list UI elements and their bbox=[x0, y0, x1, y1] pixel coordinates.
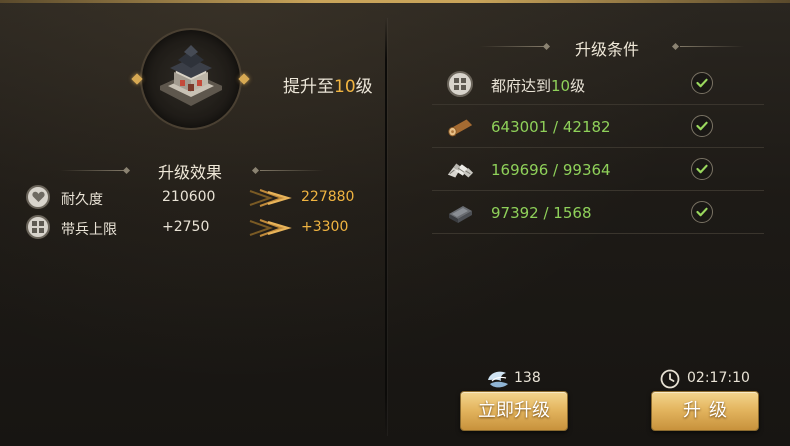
effects-title-line-right bbox=[260, 170, 324, 171]
instant-cost: 138 bbox=[486, 368, 541, 390]
condition-value: 643001 / 42182 bbox=[491, 118, 611, 136]
heart-icon bbox=[26, 185, 50, 209]
checkmark-icon bbox=[691, 72, 713, 94]
effect-next-value: +3300 bbox=[301, 219, 349, 235]
upgrade-prefix: 提升至 bbox=[283, 77, 334, 97]
conditions-title-line-left bbox=[480, 46, 544, 47]
upgrade-suffix: 级 bbox=[355, 77, 373, 97]
checkmark-icon bbox=[691, 201, 713, 223]
building-icon bbox=[160, 45, 222, 106]
checkmark-icon bbox=[691, 158, 713, 180]
checkmark-icon bbox=[691, 115, 713, 137]
condition-row-building-level: 都府达到10级 bbox=[432, 62, 764, 105]
stone-icon bbox=[446, 156, 474, 184]
effect-name: 带兵上限 bbox=[61, 222, 117, 238]
clock-icon bbox=[660, 369, 680, 389]
condition-suffix: 级 bbox=[570, 77, 586, 95]
effect-row-troop-limit: 带兵上限 +2750 +3300 bbox=[26, 215, 366, 241]
upgrade-level: 10 bbox=[334, 77, 356, 97]
arrow-right-icon bbox=[249, 189, 292, 207]
condition-row-wood: 643001 / 42182 bbox=[432, 105, 764, 148]
building-medallion bbox=[131, 28, 250, 140]
column-divider bbox=[385, 18, 387, 436]
effect-next-value: 227880 bbox=[301, 189, 355, 205]
condition-row-iron: 97392 / 1568 bbox=[432, 191, 764, 234]
gem-icon bbox=[488, 371, 508, 388]
wood-icon bbox=[446, 113, 474, 141]
conditions-title-dot-left bbox=[542, 42, 551, 51]
condition-value: 97392 / 1568 bbox=[491, 204, 592, 222]
troops-grid-icon bbox=[26, 215, 50, 239]
effects-title-line-left bbox=[60, 170, 124, 171]
condition-value: 169696 / 99364 bbox=[491, 161, 611, 179]
effects-title-dot-left bbox=[122, 166, 131, 175]
conditions-title-dot-right bbox=[671, 42, 680, 51]
iron-icon bbox=[446, 199, 474, 227]
cost-value: 138 bbox=[514, 370, 541, 386]
conditions-title: 升级条件 bbox=[574, 40, 639, 59]
condition-row-stone: 169696 / 99364 bbox=[432, 148, 764, 191]
effect-name: 耐久度 bbox=[61, 192, 103, 208]
arrow-right-icon bbox=[249, 219, 292, 237]
effect-current-value: +2750 bbox=[162, 219, 210, 235]
building-grid-icon bbox=[446, 70, 474, 98]
timer-value: 02:17:10 bbox=[687, 370, 750, 386]
upgrade-target-label: 提升至10级 bbox=[283, 72, 373, 97]
instant-upgrade-button[interactable]: 立即升级 bbox=[460, 391, 568, 431]
effect-current-value: 210600 bbox=[162, 189, 216, 205]
effect-row-durability: 耐久度 210600 227880 bbox=[26, 185, 366, 211]
effects-title-dot-right bbox=[251, 166, 260, 175]
condition-highlight: 10 bbox=[551, 77, 571, 95]
upgrade-button[interactable]: 升级 bbox=[651, 391, 759, 431]
upgrade-timer: 02:17:10 bbox=[659, 368, 750, 390]
effects-title: 升级效果 bbox=[157, 163, 222, 182]
conditions-title-line-right bbox=[680, 46, 744, 47]
upgrade-panel: 提升至10级 升级效果 耐久度 210600 227880 带兵上限 +2750 bbox=[0, 0, 790, 446]
condition-text: 都府达到10级 bbox=[491, 75, 585, 96]
top-border bbox=[0, 0, 790, 3]
condition-prefix: 都府达到 bbox=[491, 77, 552, 95]
